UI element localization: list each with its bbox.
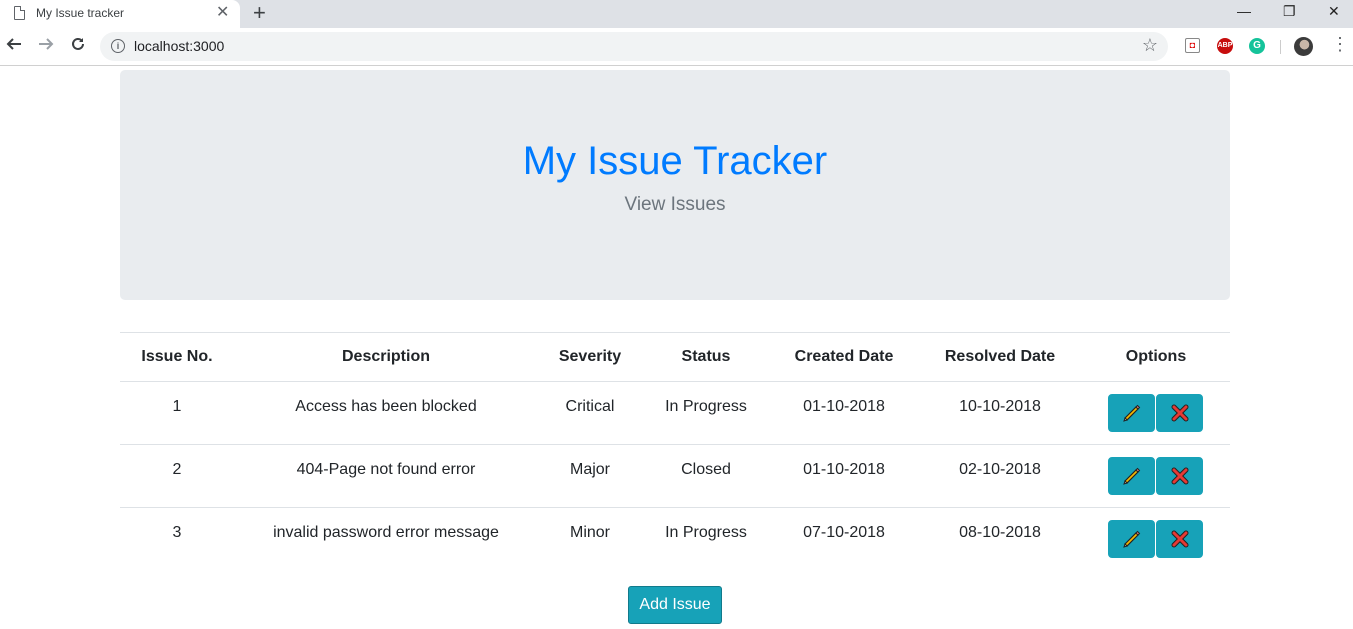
issue-description: invalid password error message <box>273 524 499 541</box>
restore-icon[interactable]: ❐ <box>1283 2 1296 20</box>
tab-close-icon[interactable]: ✕ <box>216 4 229 22</box>
edit-button[interactable] <box>1108 457 1155 495</box>
issue-created-date: 01-10-2018 <box>803 398 885 415</box>
page-subtitle: View Issues <box>624 194 726 215</box>
bookmark-star-icon[interactable]: ☆ <box>1142 35 1158 56</box>
url-text[interactable]: localhost:3000 <box>134 38 224 54</box>
issue-no: 2 <box>172 461 182 478</box>
row-options <box>1108 394 1204 432</box>
info-icon[interactable]: i <box>111 39 125 53</box>
grammarly-extension-icon[interactable]: G <box>1249 38 1265 54</box>
address-bar[interactable]: i localhost:3000 ☆ <box>100 32 1168 61</box>
issue-severity: Major <box>569 461 610 478</box>
tab-title: My Issue tracker <box>36 6 125 20</box>
issue-severity: Critical <box>565 398 615 415</box>
adblock-extension-icon[interactable]: ABP <box>1217 38 1233 54</box>
cross-icon <box>1171 530 1188 548</box>
col-resolved-date: Resolved Date <box>918 332 1082 382</box>
row-options <box>1108 520 1204 558</box>
profile-avatar[interactable] <box>1294 37 1313 56</box>
cross-icon <box>1171 467 1188 485</box>
browser-toolbar: i localhost:3000 ☆ ◘ ABP G ⋮ <box>0 28 1353 66</box>
issue-no: 1 <box>172 398 182 415</box>
issue-created-date: 01-10-2018 <box>803 461 885 478</box>
page-title: My Issue Tracker <box>522 139 828 183</box>
cross-icon <box>1171 404 1188 422</box>
table-header-row: Issue No. Description Severity Status Cr… <box>120 332 1230 382</box>
col-options: Options <box>1082 332 1230 382</box>
issue-severity: Minor <box>569 524 610 541</box>
issue-resolved-date: 08-10-2018 <box>959 524 1041 541</box>
new-tab-button[interactable]: + <box>253 1 266 25</box>
delete-button[interactable] <box>1156 457 1203 495</box>
delete-button[interactable] <box>1156 394 1203 432</box>
pencil-icon <box>1122 404 1140 422</box>
issue-resolved-date: 02-10-2018 <box>959 461 1041 478</box>
browser-tab[interactable]: My Issue tracker ✕ <box>0 0 240 28</box>
col-issue-no: Issue No. <box>120 332 234 382</box>
col-created-date: Created Date <box>770 332 918 382</box>
add-issue-button[interactable]: Add Issue <box>628 586 722 624</box>
browser-menu-icon[interactable]: ⋮ <box>1331 34 1349 55</box>
issue-no: 3 <box>172 524 182 541</box>
close-window-icon[interactable]: ✕ <box>1328 2 1340 20</box>
toolbar-divider <box>1280 40 1281 54</box>
edit-button[interactable] <box>1108 394 1155 432</box>
col-severity: Severity <box>538 332 642 382</box>
issue-resolved-date: 10-10-2018 <box>959 398 1041 415</box>
edit-button[interactable] <box>1108 520 1155 558</box>
issues-table: Issue No. Description Severity Status Cr… <box>120 332 1230 570</box>
row-options <box>1108 457 1204 495</box>
pocket-extension-icon[interactable]: ◘ <box>1185 38 1200 53</box>
back-icon[interactable] <box>6 35 22 57</box>
issue-status: In Progress <box>665 398 747 415</box>
forward-icon[interactable] <box>38 35 54 57</box>
reload-icon[interactable] <box>70 35 86 57</box>
issue-created-date: 07-10-2018 <box>803 524 885 541</box>
page-icon <box>14 6 25 20</box>
issue-status: In Progress <box>665 524 747 541</box>
table-row: 3 invalid password error message Minor I… <box>120 508 1230 571</box>
browser-tab-bar: My Issue tracker ✕ + — ❐ ✕ <box>0 0 1353 28</box>
minimize-icon[interactable]: — <box>1237 2 1251 20</box>
delete-button[interactable] <box>1156 520 1203 558</box>
issue-status: Closed <box>681 461 731 478</box>
issue-description: Access has been blocked <box>295 398 477 415</box>
pencil-icon <box>1122 467 1140 485</box>
pencil-icon <box>1122 530 1140 548</box>
table-row: 1 Access has been blocked Critical In Pr… <box>120 381 1230 445</box>
issue-description: 404-Page not found error <box>296 461 476 478</box>
col-status: Status <box>642 332 770 382</box>
col-description: Description <box>234 332 538 382</box>
table-row: 2 404-Page not found error Major Closed … <box>120 444 1230 508</box>
header-jumbotron: My Issue Tracker View Issues <box>120 70 1230 300</box>
